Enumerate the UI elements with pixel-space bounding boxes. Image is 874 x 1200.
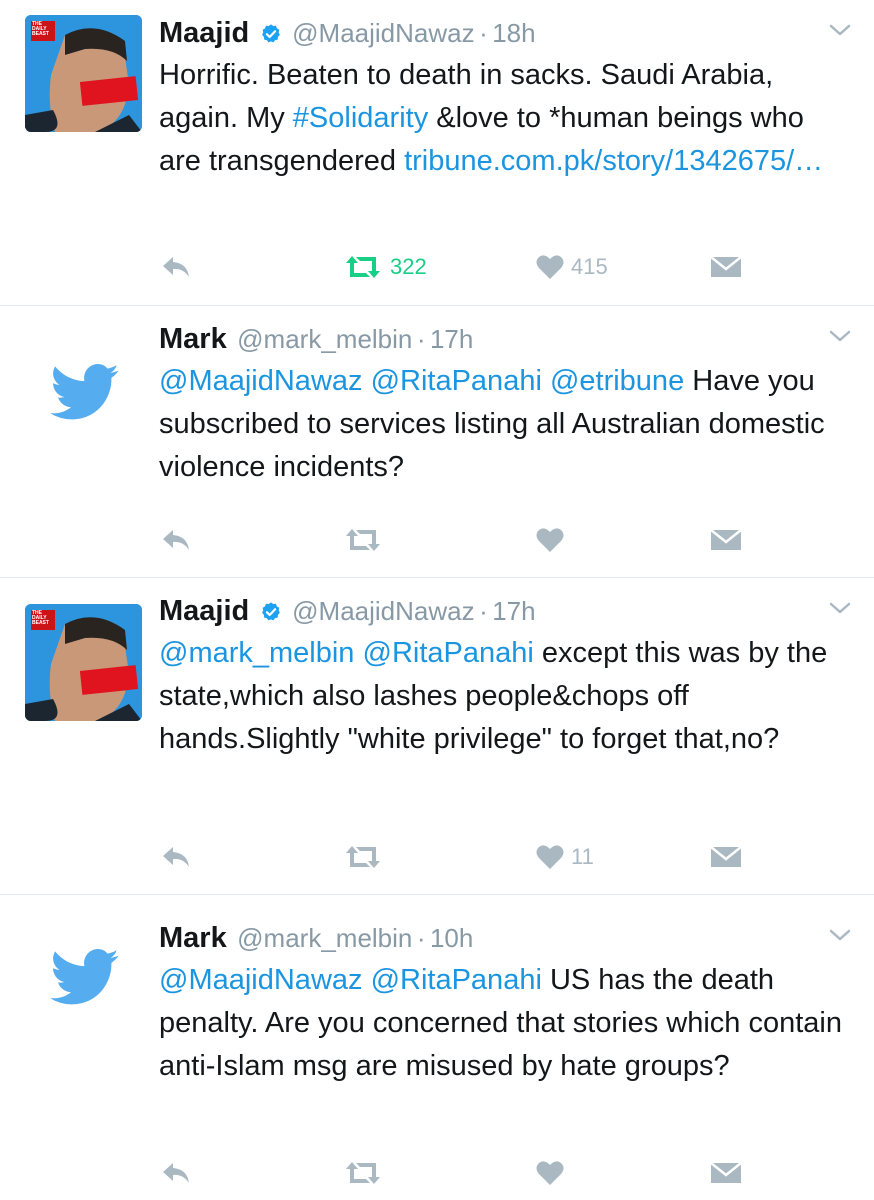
chevron-down-icon[interactable] xyxy=(828,22,852,38)
tweet-header: Maajid @MaajidNawaz · 18h xyxy=(159,12,852,54)
envelope-icon xyxy=(710,846,742,867)
envelope-icon xyxy=(710,1162,742,1183)
tweet[interactable]: Mark @mark_melbin · 17h @MaajidNawaz @Ri… xyxy=(0,306,874,578)
like-button[interactable] xyxy=(535,525,565,555)
tweet-actions: 11 xyxy=(159,842,759,872)
avatar-logo-text: THE DAILY BEAST xyxy=(32,610,49,626)
chevron-down-icon[interactable] xyxy=(828,600,852,616)
heart-icon xyxy=(536,845,564,869)
hashtag-link[interactable]: #Solidarity xyxy=(293,102,428,134)
avatar[interactable]: THE DAILY BEAST xyxy=(25,15,142,132)
direct-message-button[interactable] xyxy=(710,1158,742,1188)
separator-dot: · xyxy=(416,324,426,354)
reply-icon xyxy=(163,847,189,867)
author-name[interactable]: Maajid xyxy=(159,595,249,627)
heart-icon xyxy=(536,255,564,279)
like-count: 415 xyxy=(571,254,608,279)
reply-icon xyxy=(163,530,189,550)
retweet-button[interactable]: 322 xyxy=(342,252,427,282)
twitter-bird-icon xyxy=(50,949,119,1005)
chevron-down-icon[interactable] xyxy=(828,328,852,344)
like-button[interactable] xyxy=(535,1158,565,1188)
mention-link[interactable]: @MaajidNawaz xyxy=(159,964,363,996)
tweet-text: Horrific. Beaten to death in sacks. Saud… xyxy=(159,54,849,183)
text-segment xyxy=(363,964,371,996)
mention-link[interactable]: @mark_melbin xyxy=(159,637,354,669)
retweet-icon xyxy=(346,1162,380,1184)
tweet-header: Mark @mark_melbin · 10h xyxy=(159,917,852,959)
retweet-button[interactable] xyxy=(342,1158,384,1188)
author-handle[interactable]: @MaajidNawaz xyxy=(292,18,474,48)
twitter-bird-icon xyxy=(50,364,119,420)
tweet[interactable]: Mark @mark_melbin · 10h @MaajidNawaz @Ri… xyxy=(0,895,874,1200)
tweet-header: Maajid @MaajidNawaz · 17h xyxy=(159,590,852,632)
envelope-icon xyxy=(710,256,742,277)
direct-message-button[interactable] xyxy=(710,842,742,872)
tweet[interactable]: THE DAILY BEAST Maajid @MaajidNawaz · 17… xyxy=(0,578,874,895)
author-handle[interactable]: @mark_melbin xyxy=(237,324,412,354)
tweet-actions: 322 415 xyxy=(159,252,759,282)
reply-icon xyxy=(163,1163,189,1183)
avatar[interactable] xyxy=(25,895,142,1012)
separator-dot: · xyxy=(416,923,426,953)
retweet-button[interactable] xyxy=(342,842,384,872)
text-segment xyxy=(542,365,550,397)
direct-message-button[interactable] xyxy=(710,525,742,555)
heart-icon xyxy=(536,1161,564,1185)
author-name[interactable]: Maajid xyxy=(159,17,249,49)
retweet-button[interactable] xyxy=(342,525,384,555)
reply-button[interactable] xyxy=(159,842,193,872)
tweet-actions xyxy=(159,1158,759,1188)
text-segment xyxy=(363,365,371,397)
retweet-count: 322 xyxy=(390,254,427,279)
url-link[interactable]: tribune.com.pk/story/1342675/… xyxy=(404,145,823,177)
separator-dot: · xyxy=(479,596,488,626)
like-button[interactable]: 415 xyxy=(535,252,608,282)
author-handle[interactable]: @MaajidNawaz xyxy=(292,596,474,626)
tweet-text: @mark_melbin @RitaPanahi except this was… xyxy=(159,632,849,761)
separator-dot: · xyxy=(479,18,488,48)
direct-message-button[interactable] xyxy=(710,252,742,282)
retweet-icon xyxy=(346,846,380,868)
verified-badge-icon xyxy=(261,602,280,621)
envelope-icon xyxy=(710,529,742,550)
timestamp[interactable]: 17h xyxy=(430,324,473,354)
tweet-text: @MaajidNawaz @RitaPanahi US has the deat… xyxy=(159,959,849,1088)
avatar-logo-text: THE DAILY BEAST xyxy=(32,21,49,37)
chevron-down-icon[interactable] xyxy=(828,927,852,943)
tweet-header: Mark @mark_melbin · 17h xyxy=(159,318,852,360)
verified-badge-icon xyxy=(261,24,280,43)
mention-link[interactable]: @MaajidNawaz xyxy=(159,365,363,397)
heart-icon xyxy=(536,528,564,552)
tweet-text: @MaajidNawaz @RitaPanahi @etribune Have … xyxy=(159,360,849,489)
author-name[interactable]: Mark xyxy=(159,323,227,355)
author-name[interactable]: Mark xyxy=(159,922,227,954)
text-segment xyxy=(354,637,362,669)
mention-link[interactable]: @RitaPanahi xyxy=(363,637,534,669)
reply-button[interactable] xyxy=(159,525,193,555)
tweet-actions xyxy=(159,525,759,555)
avatar[interactable] xyxy=(25,306,142,423)
mention-link[interactable]: @RitaPanahi xyxy=(371,964,542,996)
mention-link[interactable]: @etribune xyxy=(550,365,684,397)
author-handle[interactable]: @mark_melbin xyxy=(237,923,412,953)
retweet-icon xyxy=(346,529,380,551)
timestamp[interactable]: 10h xyxy=(430,923,473,953)
like-count: 11 xyxy=(571,844,594,869)
reply-button[interactable] xyxy=(159,252,193,282)
avatar[interactable]: THE DAILY BEAST xyxy=(25,604,142,721)
like-button[interactable]: 11 xyxy=(535,842,594,872)
timeline: THE DAILY BEAST Maajid @MaajidNawaz · 18… xyxy=(0,0,874,1200)
reply-button[interactable] xyxy=(159,1158,193,1188)
reply-icon xyxy=(163,257,189,277)
tweet[interactable]: THE DAILY BEAST Maajid @MaajidNawaz · 18… xyxy=(0,0,874,306)
mention-link[interactable]: @RitaPanahi xyxy=(371,365,542,397)
timestamp[interactable]: 17h xyxy=(492,596,535,626)
timestamp[interactable]: 18h xyxy=(492,18,535,48)
retweet-icon xyxy=(346,256,380,278)
